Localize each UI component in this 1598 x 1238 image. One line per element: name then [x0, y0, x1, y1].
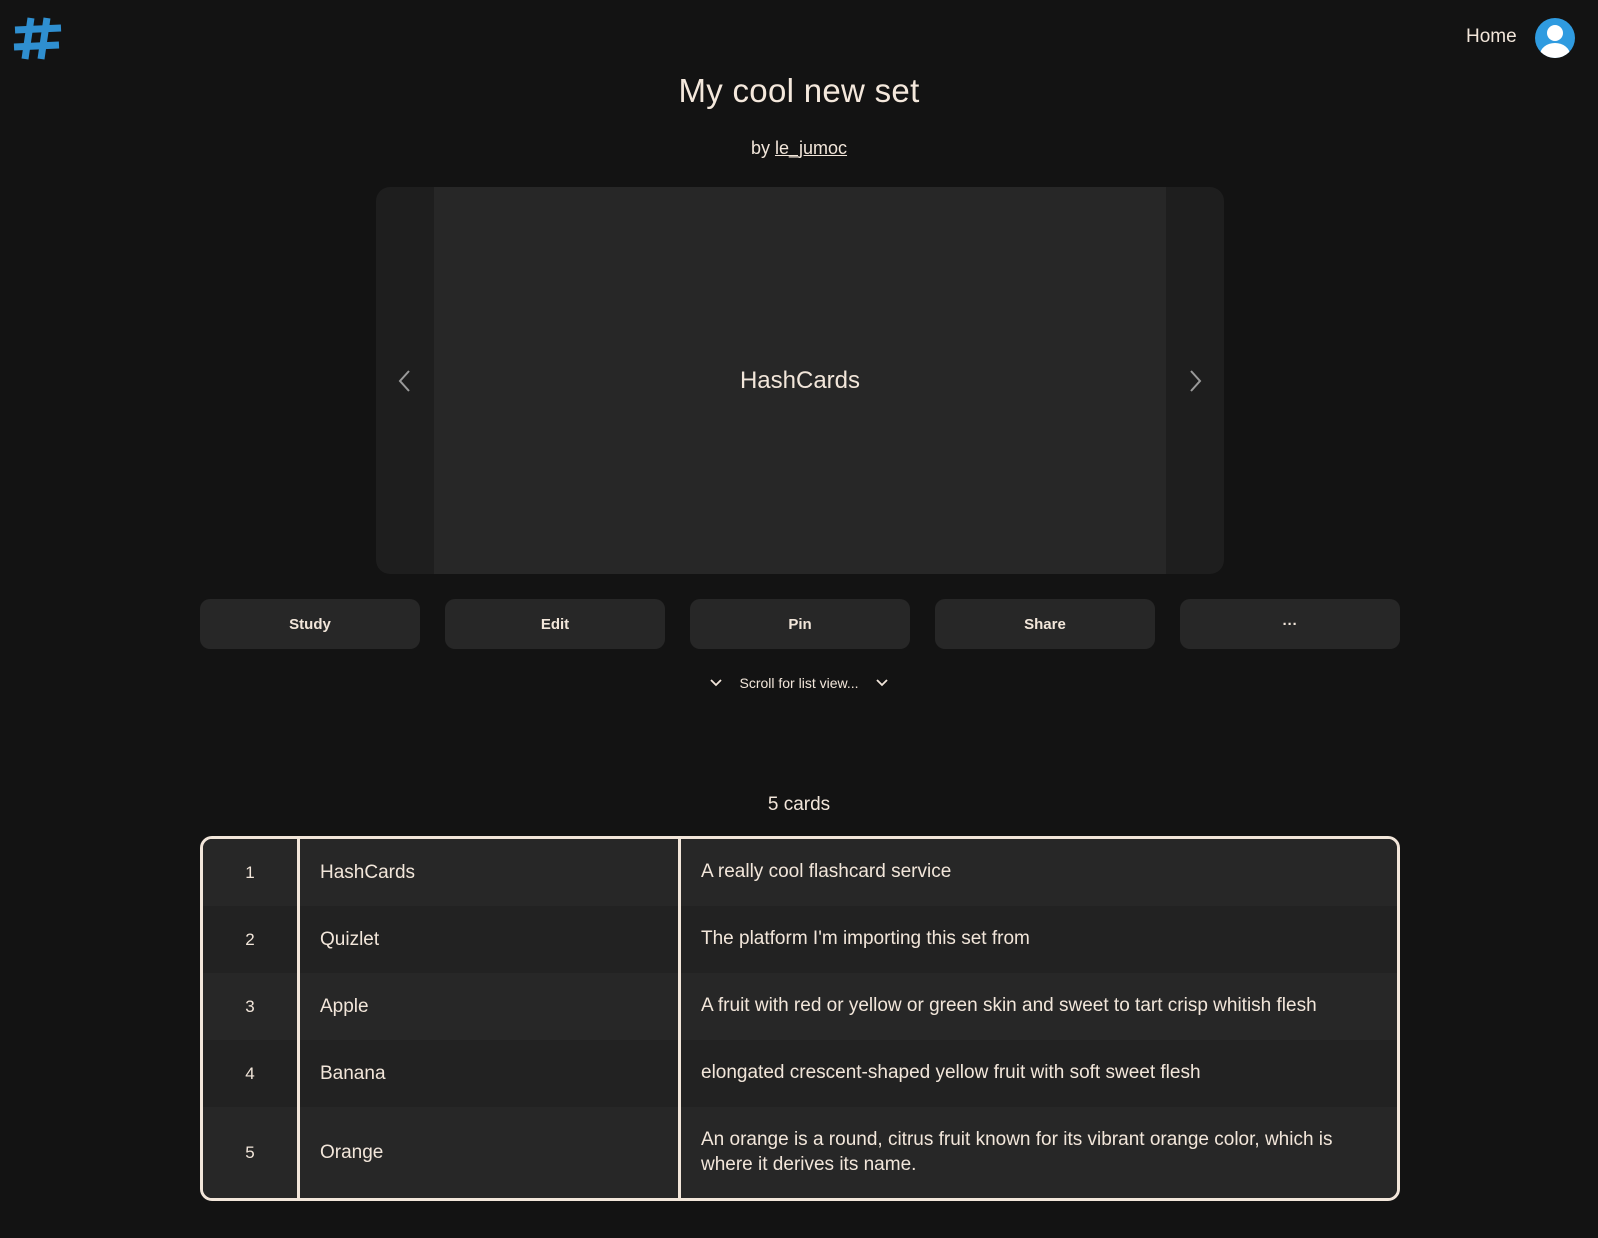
card-count: 5 cards — [767, 794, 831, 815]
card-number: 4 — [245, 1063, 255, 1083]
chevron-left-icon — [398, 369, 410, 392]
byline-prefix: by — [750, 138, 770, 158]
action-bar: Study Edit Pin Share ··· — [200, 599, 1400, 649]
card-definition: A fruit with red or yellow or green skin… — [678, 973, 1397, 1040]
card-number: 2 — [245, 929, 255, 949]
pin-button[interactable]: Pin — [690, 599, 910, 649]
flashcard-viewer: HashCards — [376, 187, 1224, 574]
table-row: 1 HashCards A really cool flashcard serv… — [203, 839, 1397, 906]
card-definition: A really cool flashcard service — [678, 839, 1397, 906]
card-term: Apple — [297, 973, 678, 1040]
card-term: Orange — [297, 1107, 678, 1198]
scroll-hint-label: Scroll for list view... — [739, 675, 859, 691]
table-row: 4 Banana elongated crescent-shaped yello… — [203, 1040, 1397, 1107]
author-link[interactable]: le_jumoc — [775, 138, 847, 158]
card-number: 1 — [245, 862, 255, 882]
table-row: 5 Orange An orange is a round, citrus fr… — [203, 1107, 1397, 1198]
scroll-hint[interactable]: Scroll for list view... — [0, 675, 1598, 691]
chevron-down-icon — [875, 679, 888, 687]
chevron-right-icon — [1190, 369, 1202, 392]
study-button[interactable]: Study — [200, 599, 420, 649]
next-card-button[interactable] — [1166, 187, 1224, 574]
table-row: 3 Apple A fruit with red or yellow or gr… — [203, 973, 1397, 1040]
chevron-down-icon — [710, 679, 723, 687]
card-number: 5 — [245, 1142, 255, 1162]
previous-card-button[interactable] — [376, 187, 434, 574]
edit-button[interactable]: Edit — [445, 599, 665, 649]
hash-icon[interactable] — [12, 14, 64, 62]
card-term: Quizlet — [297, 906, 678, 973]
set-page: Home My cool new set by le_jumoc HashCar… — [0, 0, 1598, 1238]
page-title: My cool new set — [678, 72, 920, 109]
card-term: Banana — [297, 1040, 678, 1107]
table-row: 2 Quizlet The platform I'm importing thi… — [203, 906, 1397, 973]
user-avatar-icon[interactable] — [1535, 18, 1575, 58]
card-definition: An orange is a round, citrus fruit known… — [678, 1107, 1397, 1198]
card-number: 3 — [245, 996, 255, 1016]
card-definition: The platform I'm importing this set from — [678, 906, 1397, 973]
share-button[interactable]: Share — [935, 599, 1155, 649]
card-definition: elongated crescent-shaped yellow fruit w… — [678, 1040, 1397, 1107]
flashcard[interactable]: HashCards — [434, 187, 1166, 574]
more-options-button[interactable]: ··· — [1180, 599, 1400, 649]
card-table: 1 HashCards A really cool flashcard serv… — [200, 836, 1400, 1201]
card-term: HashCards — [297, 839, 678, 906]
home-link[interactable]: Home — [1466, 26, 1517, 48]
byline: by le_jumoc — [0, 138, 1598, 159]
